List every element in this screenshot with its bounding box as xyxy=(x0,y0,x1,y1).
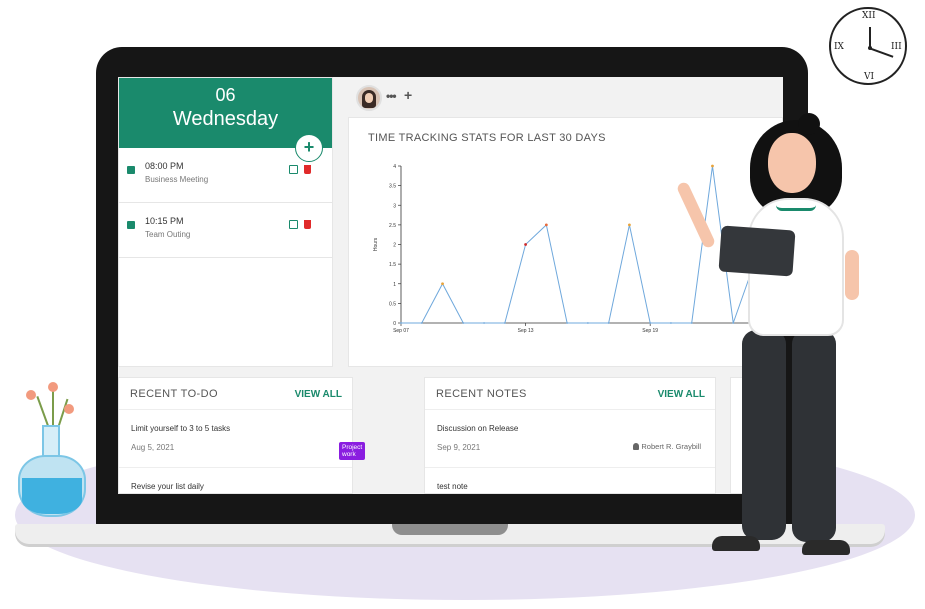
note-author: Robert R. Graybill xyxy=(633,442,701,451)
data-point xyxy=(628,223,631,227)
y-tick-label: 2 xyxy=(393,243,396,249)
calendar-panel: 06 Wednesday + 08:00 PM Business Meeting… xyxy=(118,77,333,367)
series-line xyxy=(401,165,755,324)
data-point xyxy=(670,322,672,324)
note-title: test note xyxy=(437,482,468,491)
recent-notes-card: RECENT NOTES VIEW ALL Discussion on Rele… xyxy=(424,377,716,494)
date-day: 06 xyxy=(215,85,236,105)
flower-icon xyxy=(64,404,74,414)
user-avatar[interactable] xyxy=(356,85,382,111)
event-item[interactable]: 10:15 PM Team Outing xyxy=(119,203,332,258)
data-point xyxy=(566,322,569,324)
todo-item[interactable]: Revise your list daily xyxy=(119,468,352,494)
app-screen: 06 Wednesday + 08:00 PM Business Meeting… xyxy=(118,77,783,494)
vase-neck xyxy=(42,425,60,459)
data-point xyxy=(420,322,423,324)
data-point xyxy=(441,282,444,286)
woman-collar xyxy=(776,205,816,211)
note-item[interactable]: Discussion on Release Sep 9, 2021 Robert… xyxy=(425,410,715,468)
event-time: 10:15 PM xyxy=(145,216,184,226)
time-tracking-chart: 0 0.5 1 1.5 2 2.5 3 3.5 4 Hours Sep 07 Sep 13 Sep 19 xyxy=(373,164,756,334)
wall-clock-illustration: XII III VI IX xyxy=(829,7,907,85)
clock-minute-hand xyxy=(868,47,894,58)
edit-icon[interactable] xyxy=(289,165,298,174)
data-point xyxy=(483,322,485,324)
todo-title: Revise your list daily xyxy=(131,482,204,491)
card-header: RECENT NOTES VIEW ALL xyxy=(425,378,715,410)
data-point xyxy=(690,322,693,324)
data-point xyxy=(544,223,548,227)
note-date: Sep 9, 2021 xyxy=(437,443,481,452)
clock-numeral: IX xyxy=(834,42,844,52)
data-point xyxy=(524,243,527,246)
event-title: Business Meeting xyxy=(145,175,209,184)
todo-tag: Project work xyxy=(339,442,366,460)
add-icon[interactable]: + xyxy=(404,87,412,103)
card-header: RECENT TO-DO VIEW ALL xyxy=(119,378,352,410)
delete-icon[interactable] xyxy=(304,165,311,174)
more-icon[interactable]: ••• xyxy=(386,89,397,103)
clock-numeral: XII xyxy=(862,11,876,21)
note-item[interactable]: test note xyxy=(425,468,715,494)
woman-head xyxy=(768,133,816,193)
date-weekday: Wednesday xyxy=(172,108,279,130)
x-tick-label: Sep 13 xyxy=(518,328,534,334)
todo-date: Aug 5, 2021 xyxy=(131,443,175,452)
y-tick-label: 0.5 xyxy=(389,301,396,307)
y-tick-label: 1 xyxy=(393,282,396,288)
woman-shoe xyxy=(712,536,760,551)
time-tracking-chart-panel: TIME TRACKING STATS FOR LAST 30 DAYS 0 0.… xyxy=(348,117,783,367)
woman-leg xyxy=(742,330,786,540)
calendar-icon xyxy=(127,221,135,229)
data-point xyxy=(711,164,714,168)
event-item[interactable]: 08:00 PM Business Meeting xyxy=(119,148,332,203)
delete-icon[interactable] xyxy=(304,220,311,229)
flower-icon xyxy=(26,390,36,400)
data-point xyxy=(400,322,402,324)
view-all-todo-link[interactable]: VIEW ALL xyxy=(295,389,342,400)
card-title: RECENT TO-DO xyxy=(130,388,218,400)
note-title: Discussion on Release xyxy=(437,424,519,433)
y-axis-label: Hours xyxy=(373,237,379,251)
recent-todo-card: RECENT TO-DO VIEW ALL Limit yourself to … xyxy=(118,377,366,494)
x-tick-label: Sep 07 xyxy=(393,328,409,334)
vase-water xyxy=(22,478,82,514)
event-time: 08:00 PM xyxy=(145,161,184,171)
data-point xyxy=(586,322,589,324)
data-point xyxy=(649,322,652,324)
card-title: RECENT NOTES xyxy=(436,388,527,400)
y-tick-label: 0 xyxy=(393,321,396,327)
clock-numeral: III xyxy=(891,42,902,52)
clock-numeral: VI xyxy=(864,72,875,82)
flower-icon xyxy=(48,382,58,392)
view-all-notes-link[interactable]: VIEW ALL xyxy=(658,389,705,400)
laptop-notch xyxy=(392,524,508,535)
x-tick-label: Sep 19 xyxy=(642,328,658,334)
woman-hair-bun xyxy=(798,113,820,135)
y-tick-label: 3 xyxy=(393,203,396,209)
data-point xyxy=(462,322,465,324)
tablet-illustration xyxy=(718,225,796,277)
data-point xyxy=(732,322,735,324)
clock-center xyxy=(868,46,872,50)
y-tick-label: 2.5 xyxy=(389,223,396,229)
todo-title: Limit yourself to 3 to 5 tasks xyxy=(131,424,231,433)
event-title: Team Outing xyxy=(145,230,191,239)
user-icon xyxy=(633,443,640,450)
woman-shoe xyxy=(802,540,850,555)
calendar-icon xyxy=(127,166,135,174)
y-tick-label: 1.5 xyxy=(389,262,396,268)
woman-arm xyxy=(845,250,859,300)
avatar-face xyxy=(365,93,373,103)
todo-item[interactable]: Limit yourself to 3 to 5 tasks Aug 5, 20… xyxy=(119,410,366,468)
y-tick-label: 3.5 xyxy=(389,184,396,190)
data-point xyxy=(503,322,506,324)
edit-icon[interactable] xyxy=(289,220,298,229)
author-name: Robert R. Graybill xyxy=(641,442,701,451)
woman-leg xyxy=(792,330,836,542)
y-tick-label: 4 xyxy=(393,164,396,170)
data-point xyxy=(607,322,610,324)
